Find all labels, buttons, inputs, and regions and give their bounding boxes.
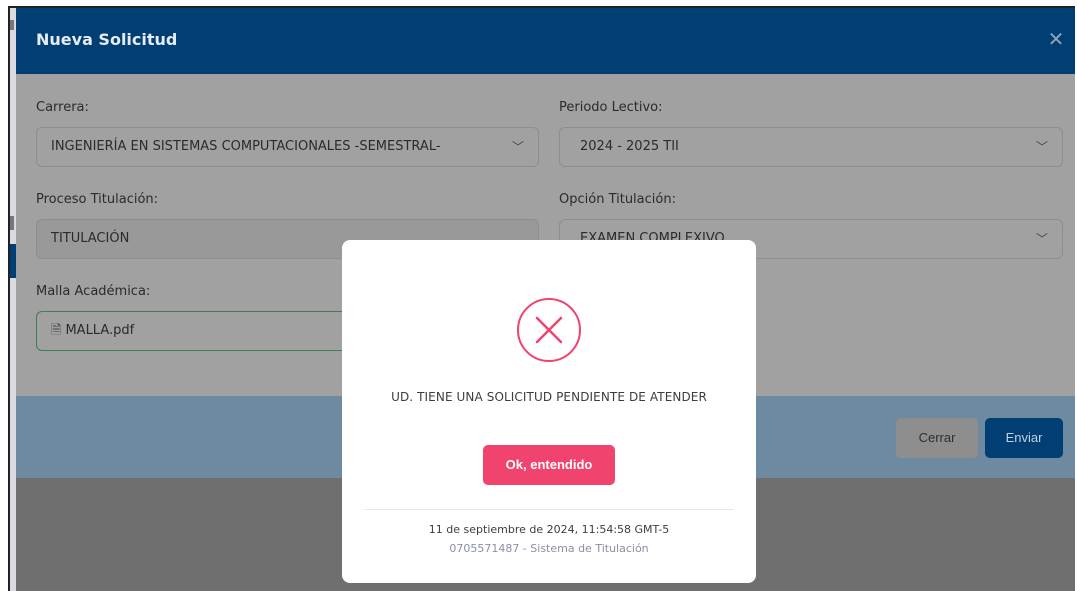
carrera-label: Carrera: [36,100,89,115]
alert-message: UD. TIENE UNA SOLICITUD PENDIENTE DE ATE… [391,390,707,404]
modal-header: Nueva Solicitud ✕ [16,8,1075,74]
periodo-value: 2024 - 2025 TII [580,139,679,154]
background-marker [10,216,14,230]
modal-title: Nueva Solicitud [36,30,178,49]
carrera-select[interactable]: INGENIERÍA EN SISTEMAS COMPUTACIONALES -… [36,127,539,167]
chevron-down-icon: ﹀ [1035,232,1048,246]
chevron-down-icon: ﹀ [1035,140,1048,154]
ok-entendido-button[interactable]: Ok, entendido [483,445,615,485]
divider [364,509,734,510]
alert-dialog: UD. TIENE UNA SOLICITUD PENDIENTE DE ATE… [342,240,756,583]
periodo-label: Periodo Lectivo: [559,100,663,115]
malla-file-name: MALLA.pdf [65,323,135,338]
file-icon: 🗎 [51,323,62,338]
alert-system-info: 0705571487 - Sistema de Titulación [449,542,649,555]
cerrar-button[interactable]: Cerrar [896,418,978,458]
opcion-label: Opción Titulación: [559,192,676,207]
proceso-label: Proceso Titulación: [36,192,159,207]
chevron-down-icon: ﹀ [511,140,524,154]
carrera-value: INGENIERÍA EN SISTEMAS COMPUTACIONALES -… [51,139,441,154]
malla-label: Malla Académica: [36,284,151,299]
alert-timestamp: 11 de septiembre de 2024, 11:54:58 GMT-5 [428,523,670,536]
background-marker [10,20,14,30]
periodo-select[interactable]: 2024 - 2025 TII ﹀ [559,127,1063,167]
proceso-value: TITULACIÓN [51,231,130,246]
enviar-button[interactable]: Enviar [985,418,1063,458]
error-x-icon [517,298,581,362]
close-icon[interactable]: ✕ [1045,28,1067,50]
